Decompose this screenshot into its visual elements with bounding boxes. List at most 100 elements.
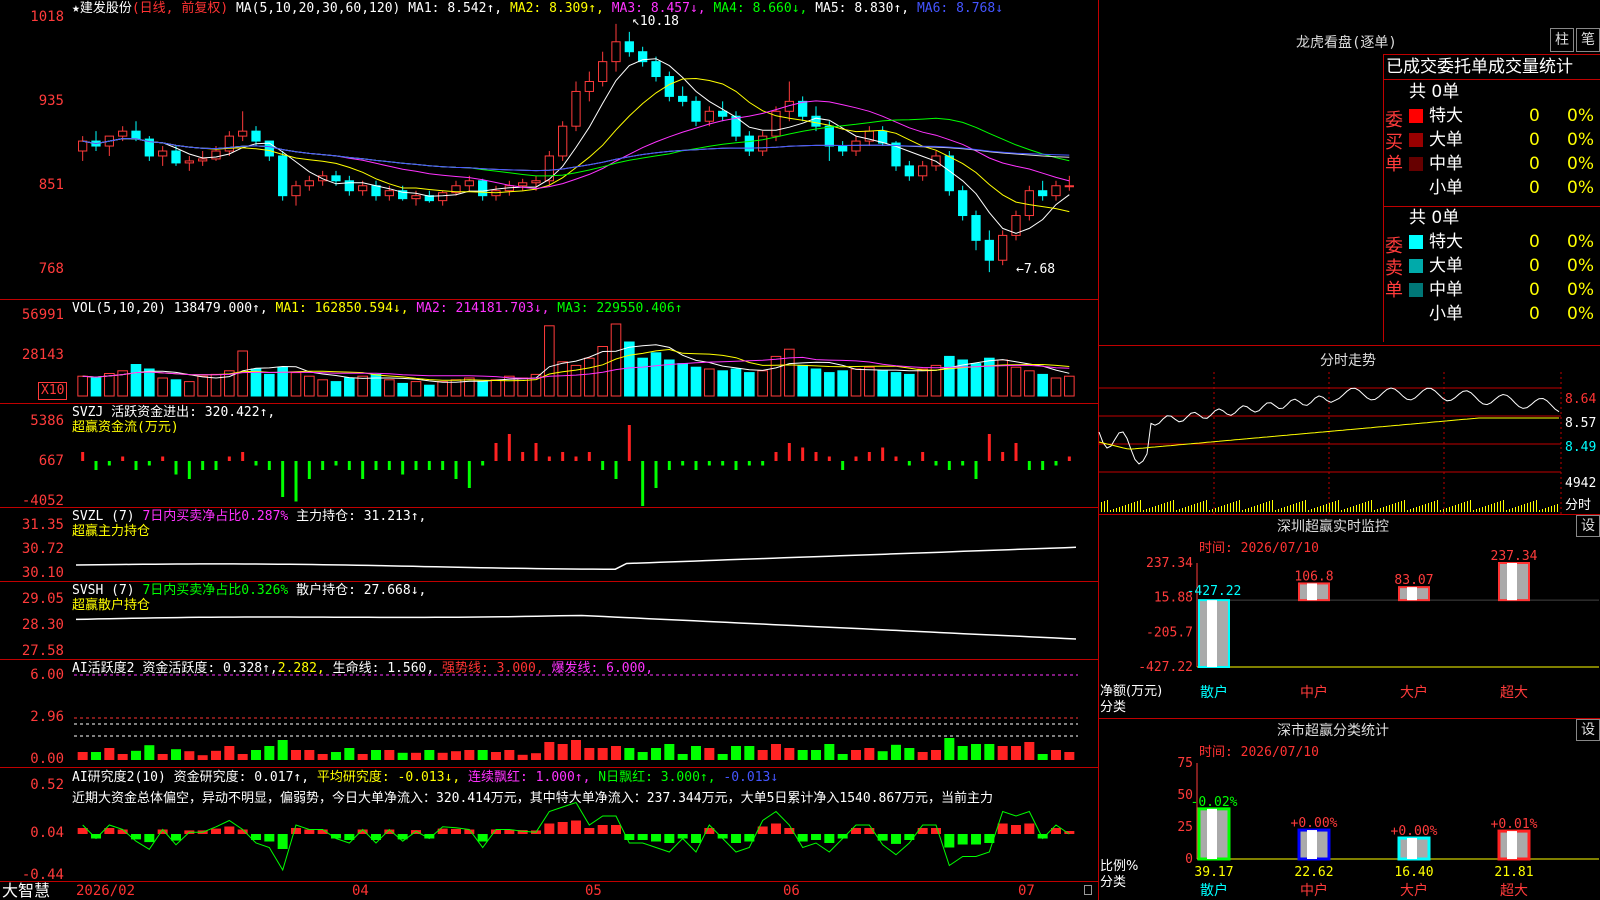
time-label: 2026/02	[76, 883, 136, 899]
main-holding-line	[75, 546, 1077, 570]
svzj-panel[interactable]: SVZJ 活跃资金进出: 320.422↑, 超赢资金流(万元) 5386 66…	[0, 404, 1098, 508]
activity-bar	[211, 750, 221, 760]
bar-mode-button[interactable]: 柱	[1550, 28, 1574, 52]
activity-bar	[997, 746, 1008, 760]
volume-bar	[290, 372, 302, 397]
intraday-volume-bar	[1251, 507, 1252, 512]
volume-panel[interactable]: VOL(5,10,20) 138479.000↑, MA1: 162850.59…	[0, 300, 1098, 404]
research-bar	[731, 834, 741, 843]
activity-bar	[891, 744, 901, 760]
activity-bar	[731, 746, 741, 760]
intraday-volume-bar	[1344, 509, 1345, 512]
candle-body	[851, 140, 861, 152]
intraday-volume-bar	[1134, 502, 1135, 512]
intraday-panel[interactable]: 分时走势 8.64 8.57 8.49 4942 分时	[1098, 346, 1600, 515]
candle-body	[691, 100, 701, 122]
intraday-vol-tick: 4942	[1565, 476, 1597, 491]
activity-bar	[1051, 750, 1061, 760]
y-tick: 30.10	[21, 565, 64, 581]
ai-active-panel[interactable]: AI活跃度2 资金活跃度: 0.328↑,2.282, 生命线: 1.560, …	[0, 660, 1098, 768]
activity-bar	[1064, 752, 1075, 760]
candle-body	[344, 180, 354, 192]
candle-body	[798, 100, 808, 117]
volume-bar	[357, 375, 368, 397]
volume-bar	[264, 373, 275, 397]
volume-bar	[717, 370, 728, 397]
activity-bar	[877, 751, 888, 760]
ratio-change-label: -0.02%	[1191, 795, 1238, 810]
fund-flow-bar	[827, 456, 831, 461]
intraday-volume-bar	[1140, 500, 1141, 512]
intraday-volume-bar	[1386, 506, 1387, 512]
order-count: 0	[1529, 130, 1540, 150]
fund-flow-bar	[921, 452, 925, 461]
volume-bar	[904, 373, 915, 397]
research-bar	[904, 834, 915, 840]
activity-bar	[291, 750, 301, 760]
kline-chart[interactable]	[70, 0, 1098, 300]
intraday-volume-bar	[1449, 507, 1450, 512]
order-count: 0	[1529, 106, 1540, 126]
ai-active-chart	[74, 674, 1078, 760]
fund-flow-bar	[934, 461, 938, 466]
lock-icon[interactable]	[1084, 885, 1092, 895]
ai-research-panel[interactable]: AI研究度2(10) 资金研究度: 0.017↑, 平均研究度: -0.013↓…	[0, 768, 1098, 882]
intraday-volume-bar	[1101, 502, 1102, 512]
research-bar	[651, 834, 661, 842]
svzl-panel[interactable]: SVZL (7) 7日内买卖净占比0.287% 主力持仓: 31.213↑, 超…	[0, 508, 1098, 582]
candle-body	[384, 190, 394, 197]
sz-monitor-y-tick: -427.22	[1138, 660, 1193, 675]
research-bar	[691, 834, 701, 843]
intraday-volume-bar	[1494, 503, 1495, 512]
intraday-volume-bar	[1200, 502, 1201, 512]
activity-bar	[931, 750, 941, 760]
volume-bar	[344, 377, 355, 397]
intraday-volume-bar	[1149, 508, 1150, 512]
y-tick: 1018	[30, 9, 64, 25]
candle-body	[1051, 185, 1061, 197]
intraday-volume-bar	[1398, 502, 1399, 512]
order-pct: 0%	[1567, 256, 1594, 276]
fund-flow-bar	[747, 461, 751, 466]
intraday-volume-bar	[1338, 500, 1339, 512]
fund-flow-bar	[867, 452, 871, 461]
candle-body	[438, 192, 448, 202]
intraday-volume-bar	[1317, 507, 1318, 512]
candle-body	[131, 130, 141, 140]
intraday-volume-bar	[1287, 506, 1288, 512]
volume-bar	[304, 375, 315, 397]
ratio-bar-highlight	[1307, 830, 1317, 859]
svsh-panel[interactable]: SVSH (7) 7日内买卖净占比0.326% 散户持仓: 27.668↓, 超…	[0, 582, 1098, 660]
research-bar	[797, 834, 808, 842]
order-size-label: 大单	[1429, 130, 1463, 150]
sz-class-axis-sub: 分类	[1100, 875, 1127, 890]
volume-bar	[810, 368, 822, 397]
intraday-volume-bar	[1440, 510, 1441, 512]
activity-bar	[704, 748, 715, 760]
kline-panel[interactable]: ★建发股份(日线, 前复权) MA(5,10,20,30,60,120) MA1…	[0, 0, 1098, 300]
order-size-label: 小单	[1429, 304, 1463, 324]
research-bar	[264, 834, 275, 842]
fund-flow-bar	[801, 447, 805, 461]
intraday-volume-bar	[1452, 506, 1453, 512]
volume-bar	[650, 352, 662, 397]
intraday-volume-bar	[1107, 500, 1108, 512]
y-tick: 6.00	[30, 667, 64, 683]
activity-bar	[237, 754, 248, 760]
research-bar	[557, 822, 568, 834]
fund-flow-bar	[814, 452, 818, 461]
order-color-swatch	[1409, 157, 1423, 171]
tick-mode-button[interactable]: 笔	[1576, 28, 1600, 52]
intraday-volume-bar	[1266, 502, 1267, 512]
candle-body	[304, 180, 314, 187]
fund-flow-bar	[707, 461, 711, 466]
activity-bar	[277, 740, 288, 760]
activity-bar	[411, 752, 421, 760]
fund-flow-bar	[134, 461, 138, 470]
order-size-label: 特大	[1429, 232, 1463, 252]
sell-orders-label: 委卖单	[1385, 236, 1403, 301]
activity-bar	[797, 750, 808, 760]
intraday-volume-bar	[1215, 508, 1216, 512]
intraday-volume-bar	[1470, 500, 1471, 512]
candle-body	[331, 175, 341, 182]
